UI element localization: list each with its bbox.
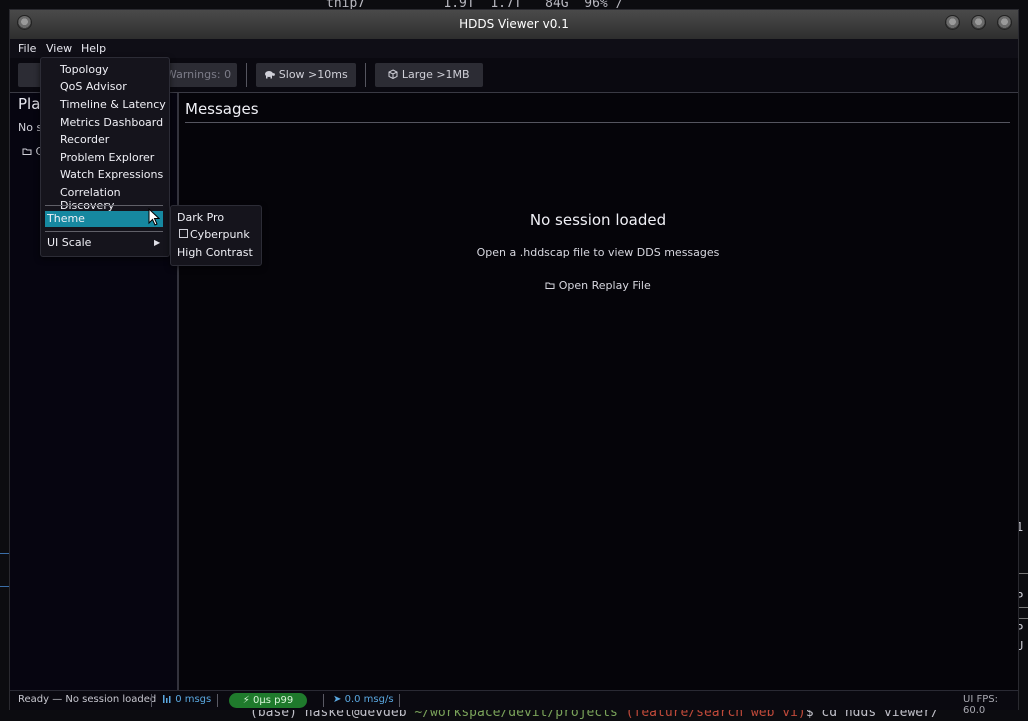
view-menu-dropdown: Topology QoS Advisor Timeline & Latency … <box>40 57 170 257</box>
menu-bar: File View Help <box>10 39 1018 58</box>
slow-filter-button[interactable]: Slow >10ms <box>256 63 356 87</box>
fps-counter: UI FPS: 60.0 <box>963 694 998 716</box>
status-msgs: 0 msgs <box>163 694 211 705</box>
latency-badge: ⚡ 0µs p99 <box>229 693 307 708</box>
status-ready: Ready — No session loaded <box>18 694 157 705</box>
menu-help[interactable]: Help <box>81 42 106 55</box>
close-button[interactable] <box>997 15 1012 30</box>
toolbar-separator <box>365 63 366 87</box>
menu-item-metrics-dashboard[interactable]: Metrics Dashboard <box>60 116 163 129</box>
turtle-icon <box>265 71 276 79</box>
warnings-filter-button[interactable]: Warnings: 0 <box>160 63 237 87</box>
menu-view[interactable]: View <box>46 42 72 55</box>
menu-item-problem-explorer[interactable]: Problem Explorer <box>60 151 154 164</box>
panel-status: No s <box>18 121 43 134</box>
theme-option-dark-pro[interactable]: Dark Pro <box>177 211 224 224</box>
background-divider <box>0 553 10 554</box>
arrow-icon: ➤ <box>333 694 342 705</box>
status-separator <box>399 694 400 707</box>
ui-scale-label: UI Scale <box>47 236 92 249</box>
msgs-count: 0 msgs <box>175 694 212 705</box>
status-separator <box>151 694 152 707</box>
large-label: Large >1MB <box>401 68 470 81</box>
status-bar: Ready — No session loaded 0 msgs ⚡ 0µs p… <box>10 690 1018 716</box>
toolbar-separator <box>246 63 247 87</box>
theme-option-high-contrast[interactable]: High Contrast <box>177 246 253 259</box>
mouse-cursor-icon <box>148 208 160 226</box>
panel-title: Pla <box>18 95 41 113</box>
menu-file[interactable]: File <box>18 42 36 55</box>
menu-item-ui-scale[interactable]: UI Scale <box>47 236 91 249</box>
empty-state-title: No session loaded <box>529 211 667 229</box>
rate-value: 0.0 msg/s <box>344 694 394 705</box>
menu-item-qos-advisor[interactable]: QoS Advisor <box>60 80 127 93</box>
menu-item-watch-expressions[interactable]: Watch Expressions <box>60 168 163 181</box>
messages-title: Messages <box>185 100 259 118</box>
status-separator <box>217 694 218 707</box>
open-replay-button[interactable]: Open Replay File <box>188 279 1008 292</box>
menu-separator <box>45 205 163 206</box>
large-filter-button[interactable]: Large >1MB <box>375 63 483 87</box>
bar-chart-icon <box>163 695 171 703</box>
theme-option-cyberpunk[interactable]: Cyberpunk <box>190 228 250 241</box>
folder-icon <box>22 148 32 155</box>
latency-value: 0µs p99 <box>253 695 294 706</box>
menu-item-timeline-latency[interactable]: Timeline & Latency <box>60 98 166 111</box>
status-separator <box>323 694 324 707</box>
menu-item-theme[interactable]: Theme <box>45 211 163 227</box>
chevron-right-icon: ▶ <box>154 238 161 247</box>
maximize-button[interactable] <box>971 15 986 30</box>
window-title: HDDS Viewer v0.1 <box>459 17 569 31</box>
checkbox-icon <box>179 229 188 238</box>
empty-state-subtitle: Open a .hddscap file to view DDS message… <box>476 246 720 259</box>
menu-separator <box>45 231 163 232</box>
menu-item-recorder[interactable]: Recorder <box>60 133 109 146</box>
lightning-icon: ⚡ <box>242 695 250 706</box>
theme-label: Theme <box>47 212 85 225</box>
minimize-button[interactable] <box>945 15 960 30</box>
folder-icon <box>545 282 555 289</box>
warnings-label: Warnings: 0 <box>165 68 232 81</box>
theme-submenu: Dark Pro Cyberpunk High Contrast <box>170 205 262 266</box>
status-rate: ➤ 0.0 msg/s <box>333 694 394 705</box>
slow-label: Slow >10ms <box>278 68 348 81</box>
background-divider <box>0 586 10 587</box>
package-icon <box>388 69 398 80</box>
messages-divider <box>185 122 1010 123</box>
title-bar[interactable]: HDDS Viewer v0.1 <box>10 10 1018 39</box>
open-replay-label: Open Replay File <box>558 279 651 292</box>
menu-item-topology[interactable]: Topology <box>60 63 109 76</box>
